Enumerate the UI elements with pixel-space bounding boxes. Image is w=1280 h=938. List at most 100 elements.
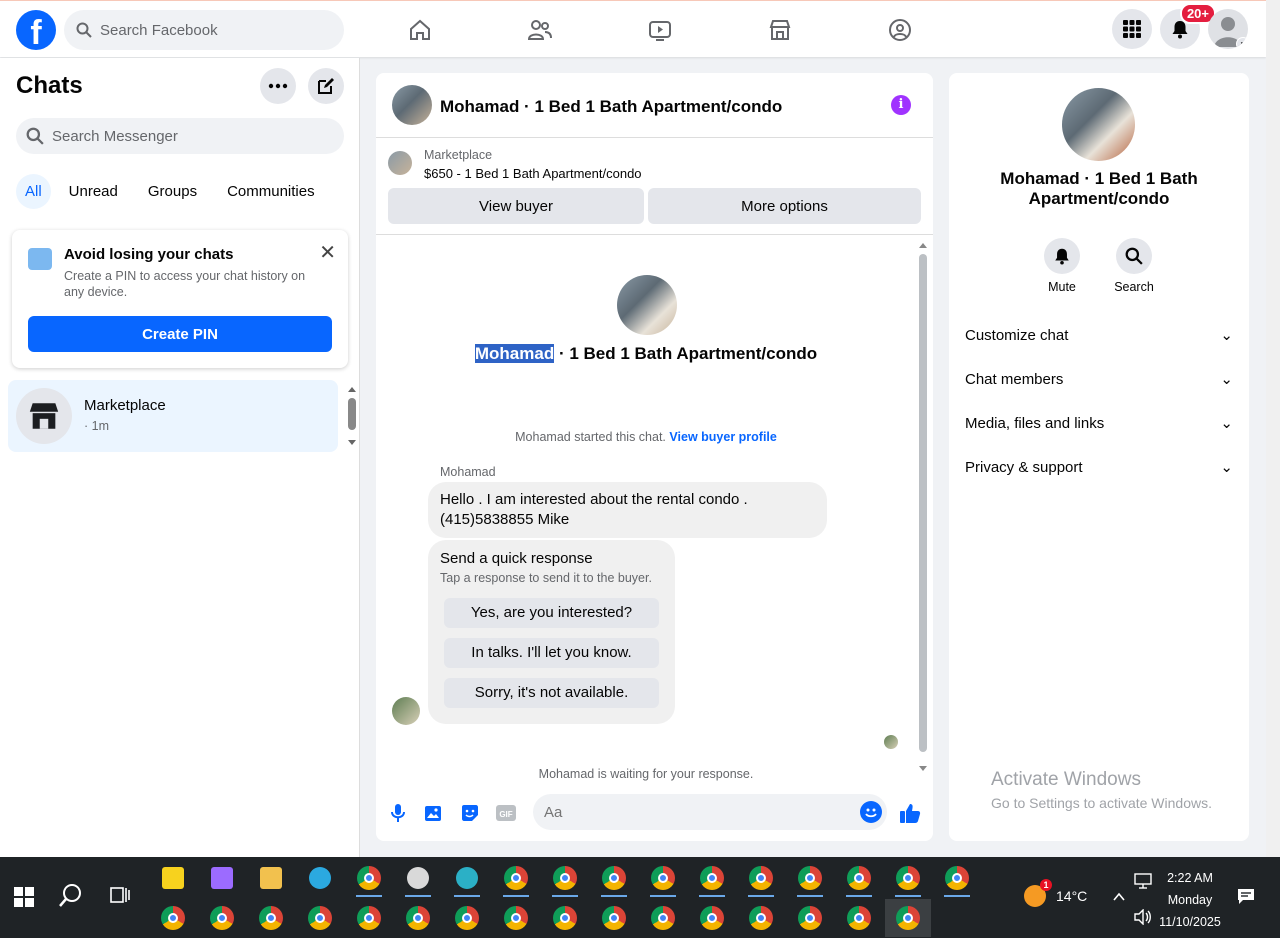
privacy-support-section[interactable]: Privacy & support ⌄ xyxy=(965,451,1233,483)
thread-scrollbar[interactable] xyxy=(916,240,930,774)
chat-list-scrollbar[interactable] xyxy=(346,384,358,448)
like-button[interactable] xyxy=(898,801,922,825)
new-message-button[interactable] xyxy=(308,68,344,104)
action-center-button[interactable] xyxy=(1237,887,1255,910)
chrome-taskbar-button[interactable] xyxy=(346,899,392,937)
facebook-search-input[interactable]: Search Facebook xyxy=(64,10,344,50)
chevron-up-icon[interactable] xyxy=(1112,890,1126,904)
chat-list-item[interactable]: Marketplace · 1m xyxy=(8,380,338,452)
facebook-logo-icon[interactable]: f xyxy=(16,10,56,50)
chrome-taskbar-button[interactable] xyxy=(591,859,637,897)
gif-button[interactable]: GIF xyxy=(494,801,518,825)
windows-start-icon[interactable] xyxy=(14,887,34,907)
avatar[interactable] xyxy=(1062,88,1135,161)
network-icon[interactable] xyxy=(1134,873,1152,889)
view-buyer-button[interactable]: View buyer xyxy=(388,188,644,224)
chrome-taskbar-button[interactable] xyxy=(542,859,588,897)
chrome-taskbar-button[interactable] xyxy=(689,859,735,897)
more-options-button[interactable]: More options xyxy=(648,188,921,224)
scrollbar-thumb[interactable] xyxy=(919,254,927,752)
video-icon xyxy=(649,21,671,41)
chrome-taskbar-button[interactable] xyxy=(836,859,882,897)
notifications-button[interactable]: 20+ xyxy=(1160,3,1216,49)
chrome-taskbar-button[interactable] xyxy=(199,899,245,937)
view-buyer-profile-link[interactable]: View buyer profile xyxy=(669,430,776,444)
chrome-taskbar-button[interactable] xyxy=(934,859,980,897)
app-taskbar-button[interactable] xyxy=(395,859,441,897)
search-conversation-button[interactable]: Search xyxy=(1104,238,1164,294)
chrome-taskbar-button[interactable] xyxy=(493,859,539,897)
nav-video[interactable] xyxy=(600,9,720,51)
create-pin-button[interactable]: Create PIN xyxy=(28,316,332,352)
chrome-icon xyxy=(749,906,773,930)
chrome-taskbar-button[interactable] xyxy=(248,899,294,937)
section-label: Privacy & support xyxy=(965,458,1083,476)
taskbar-clock[interactable]: 2:22 AM Monday 11/10/2025 xyxy=(1158,867,1222,933)
chrome-taskbar-button[interactable] xyxy=(493,899,539,937)
page-scrollbar[interactable] xyxy=(1266,0,1280,857)
chrome-taskbar-button[interactable] xyxy=(640,899,686,937)
weather-widget[interactable]: 1 14°C xyxy=(1024,879,1087,907)
chrome-taskbar-button[interactable] xyxy=(346,859,392,897)
edge-taskbar-button[interactable] xyxy=(297,859,343,897)
quick-response-option[interactable]: In talks. I'll let you know. xyxy=(444,638,659,668)
app2-taskbar-button[interactable] xyxy=(444,859,490,897)
section-label: Chat members xyxy=(965,370,1064,388)
conversation-title[interactable]: Mohamad · 1 Bed 1 Bath Apartment/condo xyxy=(440,97,782,117)
chrome-taskbar-button[interactable] xyxy=(297,899,343,937)
chrome-icon xyxy=(406,906,430,930)
menu-button[interactable] xyxy=(1112,9,1152,49)
message-composer: GIF xyxy=(376,789,933,841)
copilot-taskbar-button[interactable] xyxy=(199,859,245,897)
tab-all[interactable]: All xyxy=(16,174,51,209)
details-title: Mohamad · 1 Bed 1 Bath Apartment/condo xyxy=(1000,169,1198,208)
facebook-search-placeholder: Search Facebook xyxy=(100,21,218,39)
chat-options-button[interactable] xyxy=(260,68,296,104)
chrome-taskbar-button[interactable] xyxy=(738,899,784,937)
message-bubble[interactable]: Hello . I am interested about the rental… xyxy=(428,482,827,538)
chrome-taskbar-button[interactable] xyxy=(444,899,490,937)
chat-members-section[interactable]: Chat members ⌄ xyxy=(965,363,1233,395)
chrome-taskbar-button[interactable] xyxy=(689,899,735,937)
profile-button[interactable]: ▾ xyxy=(1208,9,1248,49)
tab-groups[interactable]: Groups xyxy=(136,174,209,209)
chrome-taskbar-button[interactable] xyxy=(787,899,833,937)
chrome-taskbar-button[interactable] xyxy=(640,859,686,897)
nav-marketplace[interactable] xyxy=(720,9,840,51)
media-files-links-section[interactable]: Media, files and links ⌄ xyxy=(965,407,1233,439)
message-input[interactable] xyxy=(533,794,887,830)
chrome-taskbar-button[interactable] xyxy=(591,899,637,937)
chrome-taskbar-button[interactable] xyxy=(836,899,882,937)
quick-response-option[interactable]: Sorry, it's not available. xyxy=(444,678,659,708)
attach-photo-button[interactable] xyxy=(422,801,446,825)
sticky-icon xyxy=(162,867,184,889)
tab-communities[interactable]: Communities xyxy=(215,174,327,209)
voice-clip-button[interactable] xyxy=(386,801,410,825)
customize-chat-section[interactable]: Customize chat ⌄ xyxy=(965,319,1233,351)
chrome-taskbar-button[interactable] xyxy=(885,859,931,897)
volume-icon[interactable] xyxy=(1134,909,1152,925)
tab-unread[interactable]: Unread xyxy=(57,174,130,209)
close-icon[interactable]: ✕ xyxy=(319,240,336,265)
chrome-taskbar-button[interactable] xyxy=(738,859,784,897)
chrome-taskbar-button[interactable] xyxy=(150,899,196,937)
nav-groups[interactable] xyxy=(840,9,960,51)
emoji-button[interactable] xyxy=(860,801,882,823)
messenger-search-input[interactable]: Search Messenger xyxy=(16,118,344,154)
mute-button[interactable]: Mute xyxy=(1032,238,1092,294)
folder-taskbar-button[interactable] xyxy=(248,859,294,897)
chrome-taskbar-button[interactable] xyxy=(395,899,441,937)
avatar[interactable] xyxy=(392,85,432,125)
sticker-button[interactable] xyxy=(458,801,482,825)
sticky-taskbar-button[interactable] xyxy=(150,859,196,897)
taskbar-search-button[interactable] xyxy=(58,883,84,914)
chrome-taskbar-button[interactable] xyxy=(542,899,588,937)
chrome-taskbar-button[interactable] xyxy=(885,899,931,937)
nav-friends[interactable] xyxy=(480,9,600,51)
quick-response-option[interactable]: Yes, are you interested? xyxy=(444,598,659,628)
chrome-taskbar-button[interactable] xyxy=(787,859,833,897)
listing-title[interactable]: $650 - 1 Bed 1 Bath Apartment/condo xyxy=(424,166,642,181)
task-view-button[interactable] xyxy=(110,885,130,910)
nav-home[interactable] xyxy=(360,9,480,51)
info-icon[interactable]: i xyxy=(891,95,911,115)
